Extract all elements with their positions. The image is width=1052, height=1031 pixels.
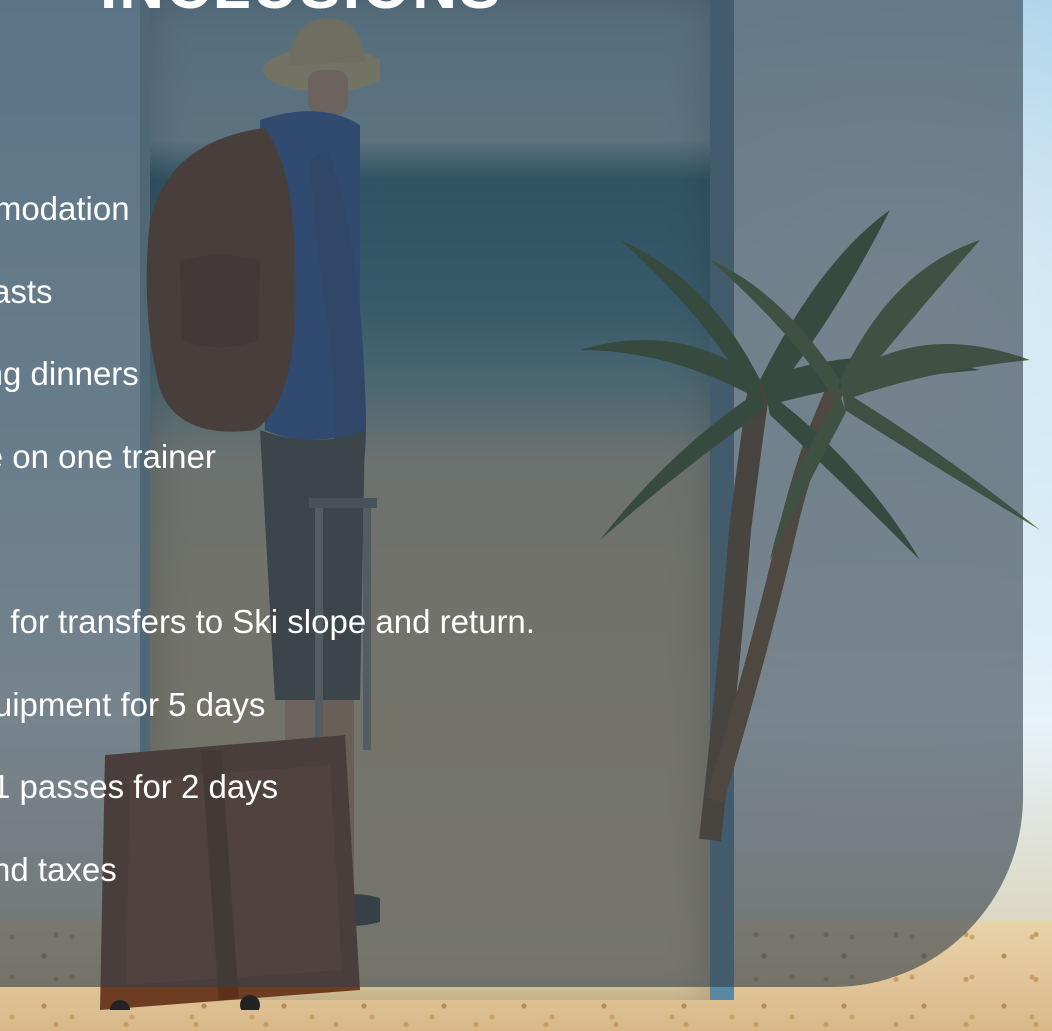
- inclusions-list: ommodation akfasts ering dinners one on …: [0, 186, 948, 929]
- list-item: akfasts: [0, 272, 53, 310]
- inclusions-panel: INCLUSIONS ommodation akfasts ering dinn…: [0, 0, 1023, 987]
- list-item: ering dinners: [0, 355, 139, 393]
- list-item: one on one trainer: [0, 437, 216, 475]
- list-item: equipment for 5 days: [0, 685, 266, 723]
- promo-slide: INCLUSIONS ommodation akfasts ering dinn…: [0, 0, 1052, 1031]
- list-item: ers: [0, 516, 948, 599]
- list-item: s and taxes: [0, 850, 117, 888]
- list-item: ommodation: [0, 190, 130, 227]
- inclusions-title: INCLUSIONS: [100, 0, 502, 23]
- list-item: cab for transfers to Ski slope and retur…: [0, 602, 535, 640]
- list-item: se 1 passes for 2 days: [0, 768, 279, 806]
